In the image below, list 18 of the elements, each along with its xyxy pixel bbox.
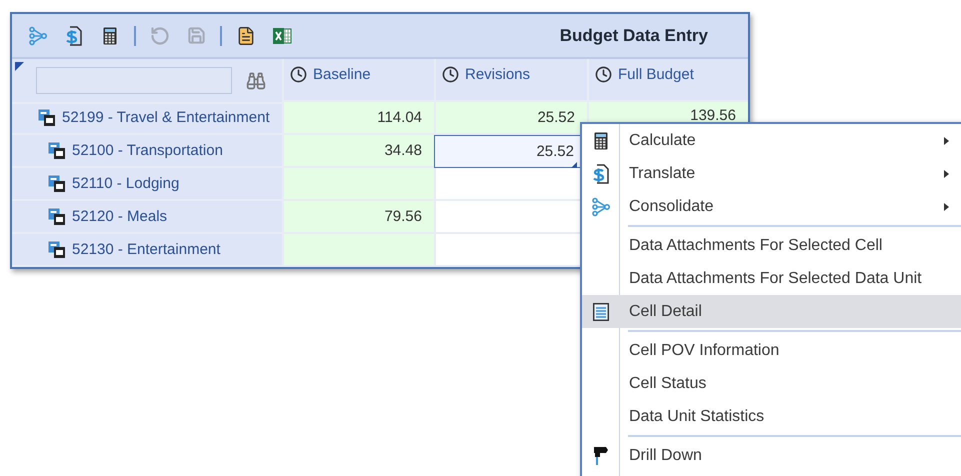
row-label[interactable]: 52130 - Entertainment bbox=[72, 241, 220, 258]
menu-item[interactable]: Cell Status bbox=[582, 367, 961, 400]
menu-item[interactable]: Data Attachments For Selected Data Unit bbox=[582, 262, 961, 295]
menu-item[interactable]: Consolidate bbox=[582, 190, 961, 223]
table-cell[interactable]: 79.56 bbox=[282, 201, 434, 234]
row-label[interactable]: 52199 - Travel & Entertainment bbox=[62, 109, 270, 126]
grid-title: Budget Data Entry bbox=[560, 26, 709, 46]
menu-item[interactable]: Data Attachments For Selected Cell bbox=[582, 229, 961, 262]
table-cell[interactable]: 114.04 bbox=[282, 102, 434, 135]
row-label[interactable]: 52100 - Transportation bbox=[72, 142, 223, 159]
menu-item[interactable]: Cell POV Information bbox=[582, 334, 961, 367]
menu-item[interactable]: Data Unit Statistics bbox=[582, 400, 961, 433]
row-label[interactable]: 52120 - Meals bbox=[72, 208, 168, 225]
table-cell[interactable]: 25.52 bbox=[434, 102, 587, 135]
row-label[interactable]: 52110 - Lodging bbox=[72, 175, 180, 192]
menu-item[interactable]: Cell Detail bbox=[582, 295, 961, 328]
menu-item[interactable]: Drill Down bbox=[582, 439, 961, 472]
table-cell[interactable]: 34.48 bbox=[282, 135, 434, 168]
